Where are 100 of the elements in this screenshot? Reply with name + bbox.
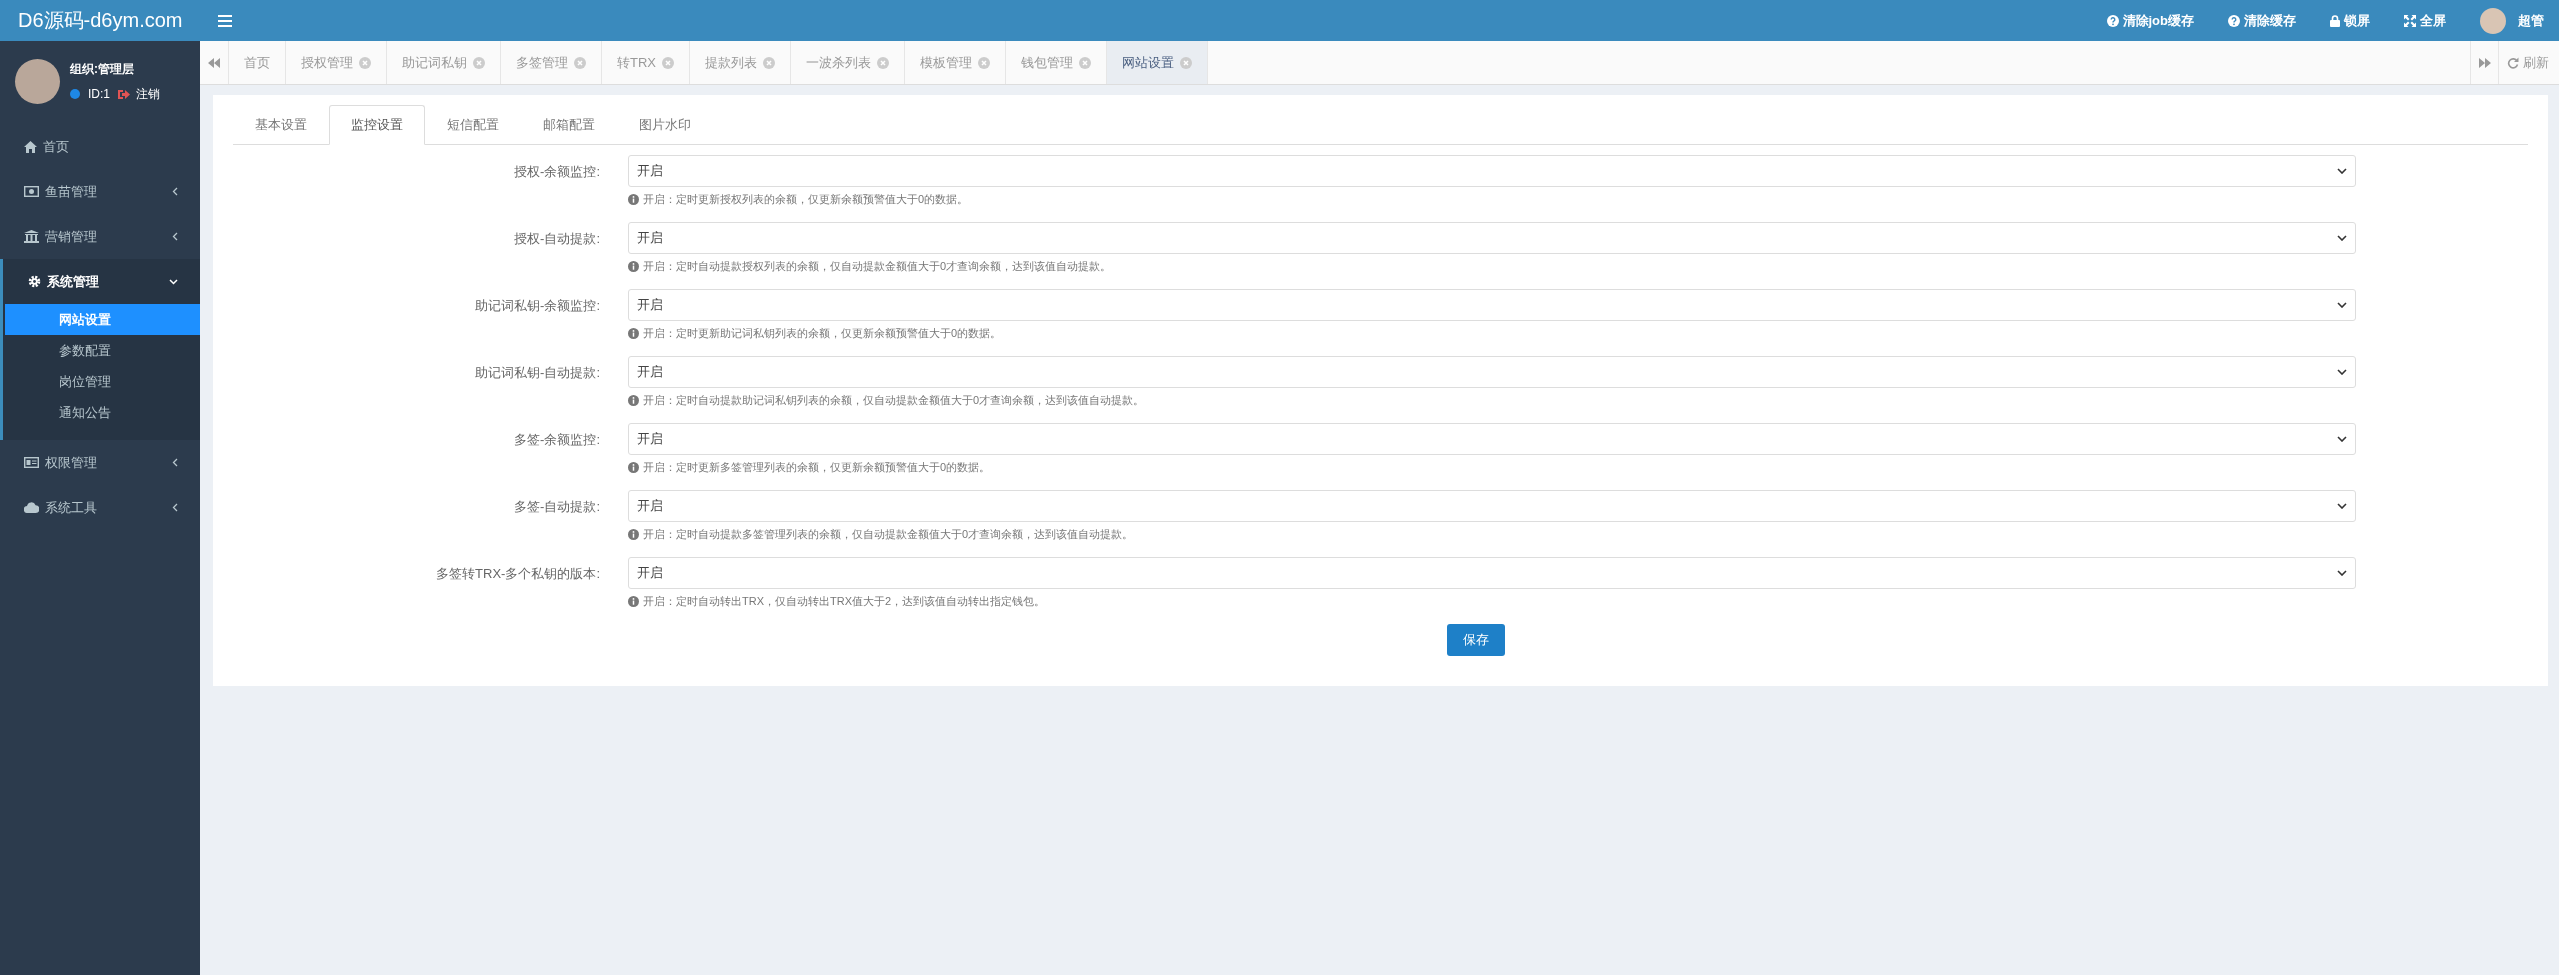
info-icon [628, 328, 639, 339]
chevron-down-icon [2337, 570, 2347, 576]
info-icon [628, 596, 639, 607]
header-action[interactable]: 全屏 [2404, 11, 2446, 30]
page-tab[interactable]: 转TRX [602, 41, 690, 84]
chevron-down-icon [2337, 168, 2347, 174]
logout-link[interactable]: 注销 [118, 85, 160, 103]
select-field[interactable]: 开启 [628, 557, 2356, 589]
field-label: 多签-余额监控: [513, 431, 601, 449]
user-id: ID:1 [88, 87, 110, 101]
settings-tab[interactable]: 邮箱配置 [521, 105, 617, 145]
help-text: 开启：定时自动提款助记词私钥列表的余额，仅自动提款金额值大于0才查询余额，达到该值自动提款。 [643, 393, 1145, 408]
info-icon [628, 261, 639, 272]
select-field[interactable]: 开启 [628, 490, 2356, 522]
bank-icon [24, 230, 39, 243]
close-icon[interactable] [574, 56, 586, 69]
sidebar-item[interactable]: 营销管理 [0, 214, 200, 259]
close-icon[interactable] [1180, 56, 1192, 69]
field-label: 助记词私钥-余额监控: [474, 297, 601, 315]
scroll-right-button[interactable] [2470, 41, 2499, 84]
field-label: 多签-自动提款: [513, 498, 601, 516]
header-action[interactable]: 清除job缓存 [2106, 11, 2194, 30]
page-tab[interactable]: 多签管理 [501, 41, 602, 84]
refresh-icon [2507, 56, 2519, 69]
submenu-item[interactable]: 参数配置 [5, 335, 200, 366]
sidebar-item[interactable]: 权限管理 [0, 440, 200, 485]
help-text: 开启：定时更新多签管理列表的余额，仅更新余额预警值大于0的数据。 [643, 460, 991, 475]
close-icon[interactable] [473, 56, 485, 69]
select-field[interactable]: 开启 [628, 423, 2356, 455]
help-text: 开启：定时更新助记词私钥列表的余额，仅更新余额预警值大于0的数据。 [643, 326, 1002, 341]
logout-icon [118, 88, 130, 100]
close-icon[interactable] [1079, 56, 1091, 69]
chevron-left-icon [172, 458, 178, 467]
help-text: 开启：定时自动提款多签管理列表的余额，仅自动提款金额值大于0才查询余额，达到该值自动提款。 [643, 527, 1134, 542]
page-tab[interactable]: 助记词私钥 [387, 41, 501, 84]
cloud-icon [24, 502, 39, 513]
help-icon [2228, 14, 2240, 27]
select-field[interactable]: 开启 [628, 356, 2356, 388]
sidebar-item[interactable]: 鱼苗管理 [0, 169, 200, 214]
info-icon [628, 462, 639, 473]
chevron-down-icon [2337, 302, 2347, 308]
page-tab[interactable]: 网站设置 [1107, 41, 1208, 84]
select-field[interactable]: 开启 [628, 155, 2356, 187]
close-icon[interactable] [978, 56, 990, 69]
avatar [15, 59, 60, 104]
help-text: 开启：定时自动提款授权列表的余额，仅自动提款金额值大于0才查询余额，达到该值自动提款。 [643, 259, 1112, 274]
brand-title: D6源码-d6ym.com [0, 0, 200, 41]
page-tab[interactable]: 首页 [229, 41, 286, 84]
org-label: 组织:管理层 [70, 60, 135, 78]
field-label: 多签转TRX-多个私钥的版本: [435, 565, 601, 583]
chevron-down-icon [169, 278, 178, 285]
header-action[interactable]: 锁屏 [2330, 11, 2370, 30]
page-tab[interactable]: 授权管理 [286, 41, 387, 84]
close-icon[interactable] [763, 56, 775, 69]
help-text: 开启：定时更新授权列表的余额，仅更新余额预警值大于0的数据。 [643, 192, 969, 207]
expand-icon [2404, 14, 2416, 27]
settings-tab[interactable]: 监控设置 [329, 105, 425, 145]
help-icon [2106, 14, 2119, 27]
submenu-item[interactable]: 通知公告 [5, 397, 200, 428]
chevron-left-icon [172, 503, 178, 512]
info-icon [628, 194, 639, 205]
field-label: 授权-余额监控: [513, 163, 601, 181]
field-label: 助记词私钥-自动提款: [474, 364, 601, 382]
lock-icon [2330, 14, 2340, 27]
menu-icon[interactable] [218, 14, 232, 27]
sidebar-item[interactable]: 系统管理 [3, 259, 200, 304]
chevron-left-icon [172, 187, 178, 196]
page-tab[interactable]: 提款列表 [690, 41, 791, 84]
settings-tab[interactable]: 短信配置 [425, 105, 521, 145]
save-button[interactable]: 保存 [1446, 624, 1505, 656]
help-text: 开启：定时自动转出TRX，仅自动转出TRX值大于2，达到该值自动转出指定钱包。 [643, 594, 1046, 609]
user-menu[interactable]: 超管 [2480, 7, 2544, 34]
header-action[interactable]: 清除缓存 [2228, 11, 2296, 30]
sidebar-item[interactable]: 系统工具 [0, 485, 200, 530]
double-right-icon [2478, 57, 2491, 68]
settings-tab[interactable]: 基本设置 [233, 105, 329, 145]
chevron-down-icon [2337, 436, 2347, 442]
avatar [2480, 7, 2506, 34]
double-left-icon [208, 57, 220, 68]
close-icon[interactable] [662, 56, 674, 69]
online-dot-icon [70, 89, 80, 99]
banknote-icon [24, 186, 39, 197]
chevron-down-icon [2337, 503, 2347, 509]
settings-tab[interactable]: 图片水印 [617, 105, 713, 145]
submenu-item[interactable]: 岗位管理 [5, 366, 200, 397]
page-tab[interactable]: 模板管理 [905, 41, 1006, 84]
select-field[interactable]: 开启 [628, 289, 2356, 321]
close-icon[interactable] [877, 56, 889, 69]
submenu-item[interactable]: 网站设置 [5, 304, 200, 335]
chevron-left-icon [172, 232, 178, 241]
info-icon [628, 529, 639, 540]
info-icon [628, 395, 639, 406]
gear-icon [28, 275, 41, 288]
refresh-button[interactable]: 刷新 [2499, 41, 2559, 84]
close-icon[interactable] [359, 56, 371, 69]
chevron-down-icon [2337, 235, 2347, 241]
select-field[interactable]: 开启 [628, 222, 2356, 254]
home-icon [24, 140, 37, 153]
field-label: 授权-自动提款: [513, 230, 601, 248]
sidebar-item[interactable]: 首页 [0, 124, 200, 169]
